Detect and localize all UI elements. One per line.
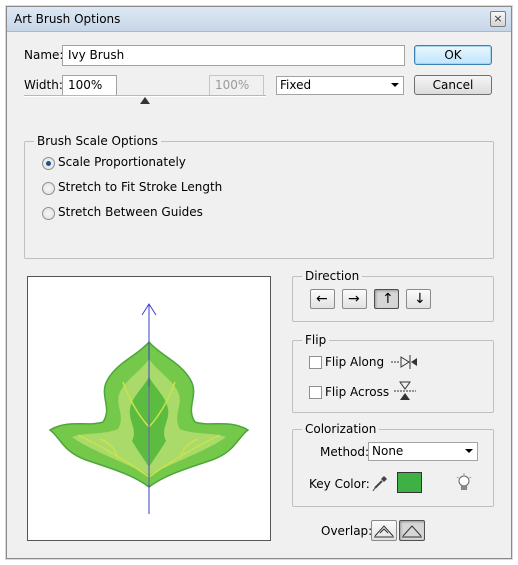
direction-left-button[interactable]: ← — [310, 289, 335, 309]
direction-right-button[interactable]: → — [342, 289, 367, 309]
scale-proportionately-label: Scale Proportionately — [58, 155, 186, 169]
cancel-button[interactable]: Cancel — [414, 75, 492, 95]
overlap-no-adjust-button[interactable] — [399, 520, 425, 541]
name-label: Name: — [24, 48, 64, 62]
dialog-title: Art Brush Options — [14, 12, 121, 26]
overlap-adjust-button[interactable] — [371, 520, 397, 541]
stretch-to-fit-label: Stretch to Fit Stroke Length — [58, 180, 223, 194]
eyedropper-icon[interactable] — [372, 474, 388, 492]
arrow-down-icon: ↓ — [414, 291, 426, 307]
stretch-between-guides-option[interactable]: Stretch Between Guides — [42, 205, 242, 221]
scale-proportionately-option[interactable]: Scale Proportionately — [42, 155, 242, 171]
overlap-adjust-icon — [374, 525, 394, 538]
direction-title: Direction — [302, 269, 363, 283]
width-label: Width: — [24, 78, 63, 92]
close-button[interactable]: × — [490, 11, 506, 27]
flip-across-label: Flip Across — [325, 385, 390, 399]
width-mode-select[interactable]: Fixed — [276, 76, 404, 95]
flip-along-checkbox[interactable] — [309, 356, 322, 369]
flip-across-icon — [394, 381, 416, 400]
ivy-leaf-preview — [48, 303, 250, 514]
ok-button[interactable]: OK — [414, 45, 492, 65]
stretch-between-guides-label: Stretch Between Guides — [58, 205, 203, 219]
direction-down-button[interactable]: ↓ — [406, 289, 431, 309]
flip-title: Flip — [302, 333, 330, 347]
flip-along-label: Flip Along — [325, 355, 385, 369]
flip-across-checkbox[interactable] — [309, 386, 322, 399]
radio-button[interactable] — [42, 207, 55, 220]
arrow-left-icon: ← — [316, 291, 328, 307]
lightbulb-icon[interactable] — [456, 473, 472, 493]
method-value: None — [372, 444, 404, 458]
chevron-down-icon — [465, 449, 473, 453]
flip-along-icon — [391, 355, 417, 369]
width-field[interactable]: 100% — [62, 75, 117, 96]
direction-up-button[interactable]: ↑ — [374, 289, 399, 309]
arrow-up-icon: ↑ — [382, 291, 394, 307]
flip-along-option[interactable]: Flip Along — [309, 355, 389, 371]
flip-group — [292, 340, 494, 413]
key-color-label: Key Color: — [309, 477, 370, 491]
brush-preview — [27, 276, 271, 541]
colorization-title: Colorization — [302, 422, 380, 436]
overlap-label: Overlap: — [321, 524, 373, 538]
arrow-right-icon: → — [348, 291, 360, 307]
brush-scale-options-title: Brush Scale Options — [34, 134, 161, 148]
radio-button[interactable] — [42, 182, 55, 195]
chevron-down-icon — [391, 83, 399, 87]
overlap-no-adjust-icon — [402, 525, 422, 538]
flip-across-option[interactable]: Flip Across — [309, 385, 389, 401]
stretch-to-fit-option[interactable]: Stretch to Fit Stroke Length — [42, 180, 242, 196]
colorization-group — [292, 429, 494, 507]
name-field[interactable]: Ivy Brush — [62, 45, 405, 66]
width-slider-thumb[interactable] — [140, 97, 150, 104]
title-bar[interactable]: Art Brush Options × — [7, 7, 511, 32]
key-color-swatch[interactable] — [397, 472, 422, 493]
width-mode-value: Fixed — [280, 78, 312, 92]
radio-button[interactable] — [42, 157, 55, 170]
method-select[interactable]: None — [368, 442, 478, 461]
width-variation-field: 100% — [209, 75, 264, 96]
method-label: Method: — [320, 445, 370, 459]
art-brush-options-dialog: Art Brush Options × Name: Ivy Brush OK W… — [6, 6, 512, 559]
